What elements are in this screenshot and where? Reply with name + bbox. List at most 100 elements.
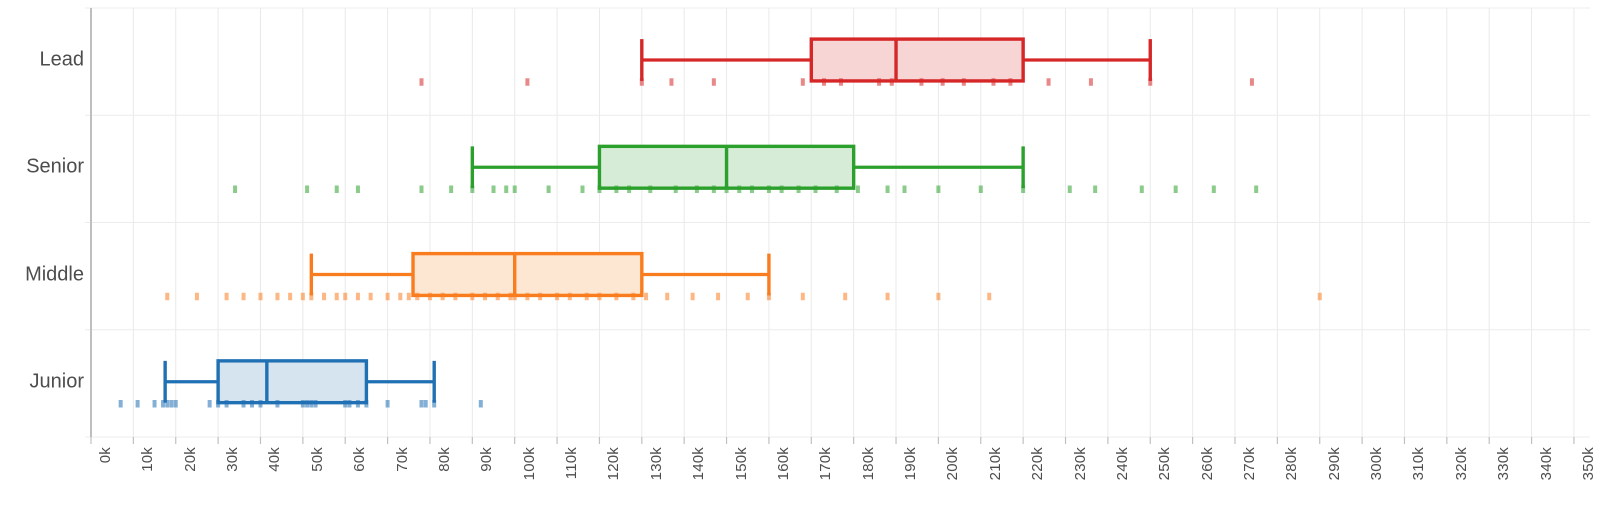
rug-tick	[165, 400, 170, 408]
rug-tick	[250, 400, 255, 408]
rug-tick	[822, 78, 827, 86]
rug-tick	[1317, 292, 1322, 301]
rug-tick	[275, 292, 280, 301]
rug-points-middle	[165, 292, 1322, 301]
rug-tick	[419, 78, 424, 86]
rug-tick	[597, 292, 602, 301]
rug-tick	[495, 292, 500, 301]
rug-tick	[300, 400, 305, 408]
rug-tick	[978, 185, 983, 193]
rug-tick	[224, 292, 229, 301]
y-category-label-middle: Middle	[25, 263, 84, 286]
rug-tick	[631, 292, 636, 301]
rug-tick	[334, 185, 339, 193]
rug-tick	[288, 292, 293, 301]
rug-tick	[224, 400, 229, 408]
rug-tick	[449, 185, 454, 193]
rug-tick	[639, 78, 644, 86]
rug-tick	[364, 400, 369, 408]
rug-tick	[749, 185, 754, 193]
rug-tick	[233, 185, 238, 193]
rug-tick	[241, 400, 246, 408]
rug-tick	[614, 292, 619, 301]
rug-tick	[936, 292, 941, 301]
rug-tick	[737, 185, 742, 193]
rug-tick	[525, 292, 530, 301]
rug-tick	[711, 185, 716, 193]
rug-tick	[355, 400, 360, 408]
rug-tick	[385, 292, 390, 301]
rug-tick	[779, 185, 784, 193]
rug-tick	[648, 185, 653, 193]
rug-tick	[512, 185, 517, 193]
rug-tick	[1088, 78, 1093, 86]
rug-tick	[207, 400, 212, 408]
rug-tick	[690, 292, 695, 301]
rug-tick	[241, 292, 246, 301]
rug-tick	[936, 185, 941, 193]
rug-tick	[343, 292, 348, 301]
rug-tick	[644, 292, 649, 301]
rug-tick	[546, 185, 551, 193]
rug-tick	[483, 292, 488, 301]
rug-tick	[313, 400, 318, 408]
rug-tick	[627, 185, 632, 193]
rug-tick	[504, 185, 509, 193]
rug-tick	[525, 78, 530, 86]
rug-tick	[1008, 78, 1013, 86]
box-iqr	[216, 359, 369, 405]
rug-tick	[711, 78, 716, 86]
rug-tick	[800, 78, 805, 86]
rug-tick	[275, 400, 280, 408]
rug-tick	[118, 400, 123, 408]
box-plot-junior	[163, 359, 436, 405]
rug-tick	[1021, 185, 1026, 193]
rug-tick	[800, 292, 805, 301]
rug-tick	[470, 292, 475, 301]
rug-tick	[1148, 78, 1153, 86]
rug-tick	[538, 292, 543, 301]
rug-tick	[902, 185, 907, 193]
rug-tick	[745, 292, 750, 301]
rug-tick	[919, 78, 924, 86]
rug-tick	[580, 185, 585, 193]
rug-tick	[152, 400, 157, 408]
rug-tick	[347, 400, 352, 408]
rug-tick	[1211, 185, 1216, 193]
box-plot-middle	[309, 251, 771, 298]
rug-tick	[877, 78, 882, 86]
rug-tick	[838, 78, 843, 86]
rug-tick	[766, 185, 771, 193]
rug-tick	[343, 400, 348, 408]
rug-tick	[1249, 78, 1254, 86]
rug-tick	[161, 400, 166, 408]
rug-tick	[427, 292, 432, 301]
rug-tick	[305, 185, 310, 193]
rug-tick	[991, 78, 996, 86]
rug-tick	[567, 292, 572, 301]
rug-tick	[889, 78, 894, 86]
rug-tick	[584, 292, 589, 301]
rug-tick	[669, 78, 674, 86]
rug-tick	[1067, 185, 1072, 193]
box-iqr	[411, 251, 644, 298]
rug-tick	[885, 292, 890, 301]
box-plot-lead	[640, 37, 1152, 83]
rug-tick	[334, 292, 339, 301]
rug-tick	[165, 292, 170, 301]
rug-tick	[258, 400, 263, 408]
rug-tick	[300, 292, 305, 301]
box-plot-chart: 0k 10k 20k 30k 40k 50k 60k 70k 80k 90k 100k 110k 120…	[0, 0, 1600, 525]
plot-area	[85, 7, 1590, 444]
y-category-label-senior: Senior	[26, 155, 84, 178]
rug-tick	[169, 400, 174, 408]
rug-tick	[1139, 185, 1144, 193]
box-plot-senior	[470, 144, 1025, 190]
rug-tick	[419, 185, 424, 193]
rug-tick	[216, 400, 221, 408]
rug-tick	[716, 292, 721, 301]
rug-tick	[885, 185, 890, 193]
rug-tick	[597, 185, 602, 193]
rug-tick	[453, 292, 458, 301]
rug-tick	[961, 78, 966, 86]
